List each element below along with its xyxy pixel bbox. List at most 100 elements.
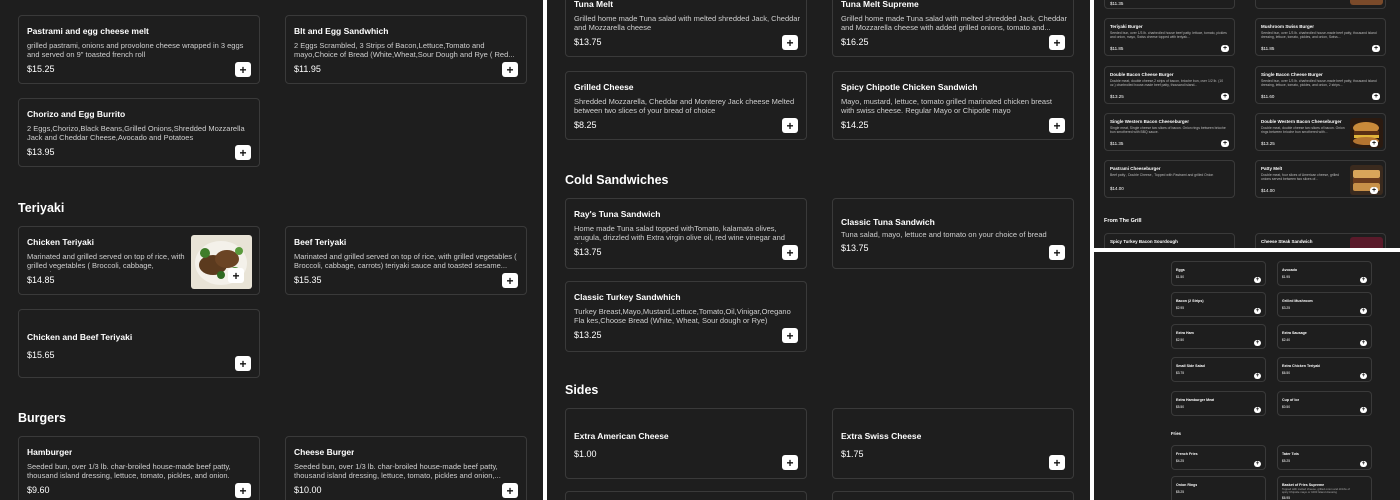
menu-item-card[interactable]: Hamburger Seeded bun, over 1/3 lb. char-…: [18, 436, 260, 500]
add-to-cart-button[interactable]: +: [235, 145, 251, 160]
menu-item-card[interactable]: $11.35: [1104, 0, 1235, 9]
add-to-cart-button[interactable]: +: [782, 245, 798, 260]
menu-item-card[interactable]: [832, 491, 1074, 500]
item-price: $15.35: [294, 275, 322, 285]
item-price: $13.75: [574, 247, 602, 257]
menu-item-card[interactable]: Grilled Cheese Shredded Mozzarella, Ched…: [565, 71, 807, 140]
menu-item-card[interactable]: Extra Sausage $2.40 +: [1277, 324, 1372, 349]
menu-item-card[interactable]: Teriyaki Burger Seeded bun, over 1/3 lb.…: [1104, 18, 1235, 56]
menu-item-card[interactable]: Pastrami and egg cheese melt grilled pas…: [18, 15, 260, 84]
item-name: Eggs: [1176, 268, 1185, 272]
menu-item-card[interactable]: Spicy Turkey Bacon Sourdough: [1104, 233, 1235, 248]
add-to-cart-button[interactable]: +: [1049, 35, 1065, 50]
menu-item-card[interactable]: [1255, 0, 1386, 9]
add-to-cart-button[interactable]: +: [1370, 140, 1378, 147]
menu-item-card[interactable]: Extra Chicken Teriyaki $6.50 +: [1277, 357, 1372, 382]
menu-item-card[interactable]: Bacon (2 Strips) $2.95 +: [1171, 292, 1266, 317]
add-to-cart-button[interactable]: +: [1360, 407, 1367, 413]
menu-item-card[interactable]: Chicken and Beef Teriyaki $15.65 +: [18, 309, 260, 378]
menu-item-card[interactable]: Single Western Bacon Cheeseburger Single…: [1104, 113, 1235, 151]
add-to-cart-button[interactable]: +: [1360, 340, 1367, 346]
menu-item-card[interactable]: [565, 491, 807, 500]
menu-item-card[interactable]: Eggs $1.50 +: [1171, 261, 1266, 286]
item-name: Extra Ham: [1176, 331, 1194, 335]
add-to-cart-button[interactable]: +: [235, 356, 251, 371]
item-name: Small Side Salad: [1176, 364, 1205, 368]
add-to-cart-button[interactable]: +: [1372, 45, 1380, 52]
menu-item-card[interactable]: Double Bacon Cheese Burger Double meat, …: [1104, 66, 1235, 104]
add-to-cart-button[interactable]: +: [1360, 308, 1367, 314]
item-price: $2.95: [1176, 306, 1184, 310]
menu-item-card[interactable]: Beef Teriyaki Marinated and grilled serv…: [285, 226, 527, 295]
menu-item-card[interactable]: Chorizo and Egg Burrito 2 Eggs,Chorizo,B…: [18, 98, 260, 167]
menu-item-card[interactable]: Cup of Ice $0.50 +: [1277, 391, 1372, 416]
menu-item-card[interactable]: Cheese Steak Sandwich: [1255, 233, 1386, 248]
menu-item-card[interactable]: Tater Tots $5.25 +: [1277, 445, 1372, 470]
item-name: Basket of Fries Supreme: [1282, 483, 1325, 487]
menu-item-card[interactable]: Classic Turkey Sandwhich Turkey Breast,M…: [565, 281, 807, 352]
add-to-cart-button[interactable]: +: [1221, 140, 1229, 147]
menu-item-card[interactable]: Onion Rings $5.25: [1171, 476, 1266, 500]
item-name: Cup of Ice: [1282, 398, 1300, 402]
menu-item-card[interactable]: French Fries $4.25 +: [1171, 445, 1266, 470]
menu-item-card[interactable]: Chicken Teriyaki Marinated and grilled s…: [18, 226, 260, 295]
add-to-cart-button[interactable]: +: [502, 62, 518, 77]
add-to-cart-button[interactable]: +: [1254, 461, 1261, 467]
item-description: Seeded bun, over 1/3 lb. char-broiled ho…: [27, 463, 231, 480]
item-price: $14.85: [27, 275, 55, 285]
menu-item-card[interactable]: Extra Swiss Cheese $1.75 +: [832, 408, 1074, 479]
add-to-cart-button[interactable]: +: [782, 455, 798, 470]
item-name: Bacon (2 Strips): [1176, 299, 1204, 303]
add-to-cart-button[interactable]: +: [1360, 461, 1367, 467]
menu-item-card[interactable]: Classic Tuna Sandwich Tuna salad, mayo, …: [832, 198, 1074, 269]
add-to-cart-button[interactable]: +: [1254, 308, 1261, 314]
menu-item-card[interactable]: Small Side Salad $3.75 +: [1171, 357, 1266, 382]
add-to-cart-button[interactable]: +: [1049, 455, 1065, 470]
menu-item-card[interactable]: Extra Hamburger Meat $5.50 +: [1171, 391, 1266, 416]
menu-item-card[interactable]: Mushroom Swiss Burger Seeded bun, over 1…: [1255, 18, 1386, 56]
item-description: Shredded Mozzarella, Cheddar and Montere…: [574, 98, 795, 115]
item-name: Extra Hamburger Meat: [1176, 398, 1215, 402]
menu-item-card[interactable]: Tuna Melt Grilled home made Tuna salad w…: [565, 0, 807, 57]
menu-item-card[interactable]: Patty Melt Double meat, four slices of A…: [1255, 160, 1386, 198]
item-price: $8.25: [574, 120, 597, 130]
item-description: 2 Eggs,Chorizo,Black Beans,Grilled Onion…: [27, 125, 245, 142]
menu-item-card[interactable]: Tuna Melt Supreme Grilled home made Tuna…: [832, 0, 1074, 57]
add-to-cart-button[interactable]: +: [1254, 277, 1261, 283]
menu-item-card[interactable]: Cheese Burger Seeded bun, over 1/3 lb. c…: [285, 436, 527, 500]
add-to-cart-button[interactable]: +: [502, 483, 518, 498]
add-to-cart-button[interactable]: +: [1049, 245, 1065, 260]
menu-item-card[interactable]: Spicy Chipotle Chicken Sandwich Mayo, mu…: [832, 71, 1074, 140]
menu-item-card[interactable]: Double Western Bacon Cheeseburger Double…: [1255, 113, 1386, 151]
add-to-cart-button[interactable]: +: [782, 118, 798, 133]
section-title-burgers: Burgers: [18, 411, 66, 425]
add-to-cart-button[interactable]: +: [1254, 340, 1261, 346]
add-to-cart-button[interactable]: +: [1049, 118, 1065, 133]
menu-item-card[interactable]: Ray's Tuna Sandwich Home made Tuna salad…: [565, 198, 807, 269]
item-price: $3.75: [1176, 371, 1184, 375]
item-name: Mushroom Swiss Burger: [1261, 24, 1315, 29]
add-to-cart-button[interactable]: +: [235, 483, 251, 498]
add-to-cart-button[interactable]: +: [782, 35, 798, 50]
menu-item-card[interactable]: Blt and Egg Sandwhich 2 Eggs Scrambled, …: [285, 15, 527, 84]
add-to-cart-button[interactable]: +: [1370, 187, 1378, 194]
menu-item-card[interactable]: Pastrami Cheeseburger Beef patty , Doubl…: [1104, 160, 1235, 198]
add-to-cart-button[interactable]: +: [1221, 45, 1229, 52]
add-to-cart-button[interactable]: +: [782, 328, 798, 343]
menu-item-card[interactable]: Extra American Cheese $1.00 +: [565, 408, 807, 479]
add-to-cart-button[interactable]: +: [502, 273, 518, 288]
add-to-cart-button[interactable]: +: [1254, 407, 1261, 413]
menu-item-card[interactable]: Single Bacon Cheese Burger Seeded bun, o…: [1255, 66, 1386, 104]
menu-item-card[interactable]: Avocado $1.95 +: [1277, 261, 1372, 286]
menu-item-card[interactable]: Basket of Fries Supreme Topped with melt…: [1277, 476, 1372, 500]
add-to-cart-button[interactable]: +: [1221, 93, 1229, 100]
add-to-cart-button[interactable]: +: [228, 268, 244, 283]
add-to-cart-button[interactable]: +: [235, 62, 251, 77]
add-to-cart-button[interactable]: +: [1254, 373, 1261, 379]
add-to-cart-button[interactable]: +: [1372, 93, 1380, 100]
menu-item-card[interactable]: Grilled Mushroom $3.25 +: [1277, 292, 1372, 317]
item-description: 2 Eggs Scrambled, 3 Strips of Bacon,Lett…: [294, 42, 515, 59]
add-to-cart-button[interactable]: +: [1360, 373, 1367, 379]
add-to-cart-button[interactable]: +: [1360, 277, 1367, 283]
menu-item-card[interactable]: Extra Ham $2.50 +: [1171, 324, 1266, 349]
